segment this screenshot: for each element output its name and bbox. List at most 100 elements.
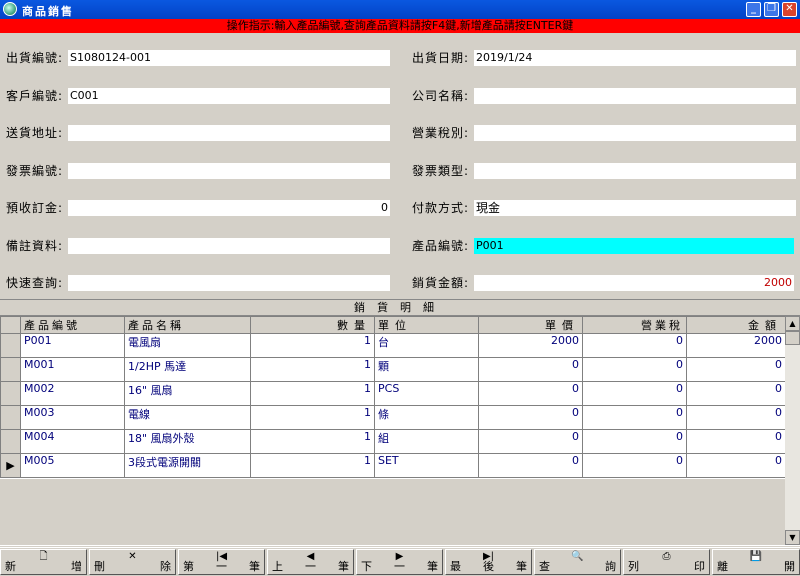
- scroll-down-icon[interactable]: ▼: [785, 530, 800, 545]
- cell-unit[interactable]: 組: [374, 429, 479, 454]
- order-no-label: 出貨編號:: [6, 51, 64, 65]
- tax-type-field[interactable]: [474, 125, 796, 141]
- table-row[interactable]: ▶ M005 3段式電源開關 1 SET 0 0 0: [0, 453, 786, 478]
- close-button[interactable]: ✕: [782, 2, 797, 17]
- row-selector[interactable]: [0, 333, 21, 358]
- cell-price[interactable]: 0: [478, 453, 583, 478]
- cell-tax[interactable]: 0: [582, 357, 687, 382]
- cell-amount[interactable]: 0: [686, 357, 786, 382]
- delete-button[interactable]: ✕ 刪除: [89, 549, 176, 575]
- cell-amount[interactable]: 0: [686, 429, 786, 454]
- cell-name[interactable]: 電線: [124, 405, 251, 430]
- cell-price[interactable]: 0: [478, 357, 583, 382]
- first-record-button[interactable]: |◀ 第一筆: [178, 549, 265, 575]
- remark-field[interactable]: [68, 238, 390, 254]
- new-button[interactable]: 🗋 新增: [0, 549, 87, 575]
- cell-amount[interactable]: 2000: [686, 333, 786, 358]
- cell-tax[interactable]: 0: [582, 405, 687, 430]
- table-row[interactable]: M003 電線 1 條 0 0 0: [0, 405, 786, 430]
- invoice-no-field[interactable]: [68, 163, 390, 179]
- table-row[interactable]: M004 18" 風扇外殼 1 組 0 0 0: [0, 429, 786, 454]
- invoice-type-row: 發票類型:: [412, 163, 796, 179]
- query-button[interactable]: 🔍 查詢: [534, 549, 621, 575]
- col-header-unit[interactable]: 單位: [374, 316, 479, 334]
- cell-price[interactable]: 2000: [478, 333, 583, 358]
- restore-button[interactable]: ❐: [764, 2, 779, 17]
- cell-unit[interactable]: SET: [374, 453, 479, 478]
- col-header-tax[interactable]: 營業稅: [582, 316, 687, 334]
- app-icon: [3, 2, 17, 16]
- payment-field[interactable]: 現金: [474, 200, 796, 216]
- cell-amount[interactable]: 0: [686, 405, 786, 430]
- next-record-button[interactable]: ▶ 下一筆: [356, 549, 443, 575]
- cell-unit[interactable]: 顆: [374, 357, 479, 382]
- order-no-field[interactable]: S1080124-001: [68, 50, 390, 66]
- cell-name[interactable]: 1/2HP 馬達: [124, 357, 251, 382]
- invoice-no-row: 發票編號:: [6, 163, 390, 179]
- exit-button[interactable]: 💾 離開: [712, 549, 800, 575]
- col-header-name[interactable]: 產品名稱: [124, 316, 251, 334]
- cell-tax[interactable]: 0: [582, 453, 687, 478]
- cell-tax[interactable]: 0: [582, 381, 687, 406]
- ship-date-field[interactable]: 2019/1/24: [474, 50, 796, 66]
- last-record-button[interactable]: ▶| 最後筆: [445, 549, 532, 575]
- row-selector[interactable]: [0, 429, 21, 454]
- cell-code[interactable]: M002: [20, 381, 125, 406]
- cell-tax[interactable]: 0: [582, 333, 687, 358]
- grid-vertical-scrollbar[interactable]: ▲ ▼: [785, 316, 800, 545]
- cell-code[interactable]: M004: [20, 429, 125, 454]
- col-header-code[interactable]: 產品編號: [20, 316, 125, 334]
- company-field[interactable]: [474, 88, 796, 104]
- order-no-row: 出貨編號: S1080124-001: [6, 50, 390, 66]
- invoice-type-field[interactable]: [474, 163, 796, 179]
- cell-qty[interactable]: 1: [250, 333, 375, 358]
- cell-qty[interactable]: 1: [250, 405, 375, 430]
- cell-qty[interactable]: 1: [250, 429, 375, 454]
- col-header-amount[interactable]: 金額: [686, 316, 786, 334]
- address-field[interactable]: [68, 125, 390, 141]
- table-row[interactable]: M002 16" 風扇 1 PCS 0 0 0: [0, 381, 786, 406]
- table-row[interactable]: P001 電風扇 1 台 2000 0 2000: [0, 333, 786, 358]
- scroll-up-icon[interactable]: ▲: [785, 316, 800, 331]
- cell-amount[interactable]: 0: [686, 453, 786, 478]
- cell-name[interactable]: 16" 風扇: [124, 381, 251, 406]
- cell-tax[interactable]: 0: [582, 429, 687, 454]
- cell-unit[interactable]: PCS: [374, 381, 479, 406]
- cell-unit[interactable]: 條: [374, 405, 479, 430]
- cell-amount[interactable]: 0: [686, 381, 786, 406]
- cell-name[interactable]: 電風扇: [124, 333, 251, 358]
- col-header-qty[interactable]: 數量: [250, 316, 375, 334]
- print-button[interactable]: ⎙ 列印: [623, 549, 710, 575]
- cell-code[interactable]: M005: [20, 453, 125, 478]
- col-header-price[interactable]: 單價: [478, 316, 583, 334]
- cell-qty[interactable]: 1: [250, 453, 375, 478]
- previous-record-button[interactable]: ◀ 上一筆: [267, 549, 354, 575]
- address-row: 送貨地址:: [6, 125, 390, 141]
- cell-name[interactable]: 18" 風扇外殼: [124, 429, 251, 454]
- customer-no-label: 客戶編號:: [6, 89, 64, 103]
- row-selector[interactable]: [0, 381, 21, 406]
- cell-price[interactable]: 0: [478, 405, 583, 430]
- quick-search-field[interactable]: [68, 275, 390, 291]
- sales-amount-field: 2000: [474, 275, 794, 291]
- cell-code[interactable]: M003: [20, 405, 125, 430]
- cell-price[interactable]: 0: [478, 429, 583, 454]
- table-row[interactable]: M001 1/2HP 馬達 1 顆 0 0 0: [0, 357, 786, 382]
- cell-code[interactable]: M001: [20, 357, 125, 382]
- cell-qty[interactable]: 1: [250, 381, 375, 406]
- deposit-label: 預收訂金:: [6, 201, 64, 215]
- minimize-button[interactable]: _: [746, 2, 761, 17]
- customer-no-row: 客戶編號: C001: [6, 88, 390, 104]
- deposit-field[interactable]: 0: [68, 200, 390, 216]
- cell-unit[interactable]: 台: [374, 333, 479, 358]
- cell-qty[interactable]: 1: [250, 357, 375, 382]
- current-row-indicator-icon[interactable]: ▶: [0, 453, 21, 478]
- row-selector[interactable]: [0, 405, 21, 430]
- cell-price[interactable]: 0: [478, 381, 583, 406]
- scroll-thumb[interactable]: [785, 331, 800, 345]
- row-selector[interactable]: [0, 357, 21, 382]
- cell-name[interactable]: 3段式電源開關: [124, 453, 251, 478]
- customer-no-field[interactable]: C001: [68, 88, 390, 104]
- product-no-input[interactable]: P001: [474, 238, 794, 254]
- cell-code[interactable]: P001: [20, 333, 125, 358]
